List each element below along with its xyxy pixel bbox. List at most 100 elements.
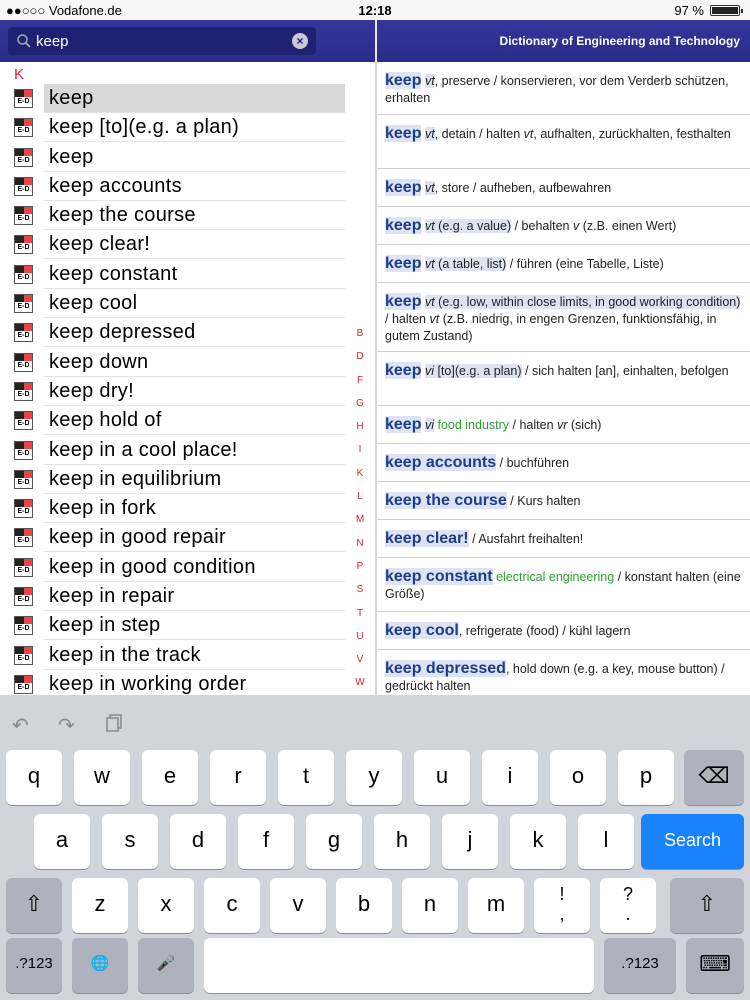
index-letter[interactable]: F — [350, 375, 370, 398]
dismiss-keyboard-key[interactable]: ⌨ — [686, 938, 744, 993]
search-input[interactable] — [36, 30, 286, 52]
key-o[interactable]: o — [550, 750, 606, 805]
dictionary-entry[interactable]: keep constant electrical engineering / k… — [377, 558, 750, 612]
clear-icon[interactable]: × — [292, 33, 308, 49]
dictionary-entry[interactable]: keep vt, preserve / konservieren, vor de… — [377, 62, 750, 115]
index-letter[interactable]: L — [350, 491, 370, 514]
dictionary-entry[interactable]: keep vt, detain / halten vt, aufhalten, … — [377, 115, 750, 169]
entry-term: keep — [385, 416, 422, 433]
index-letter[interactable]: M — [350, 514, 370, 537]
key-k[interactable]: k — [510, 814, 566, 869]
dictionary-entry[interactable]: keep clear! / Ausfahrt freihalten! — [377, 520, 750, 558]
key-c[interactable]: c — [204, 878, 260, 933]
list-item[interactable]: E-D keep in good repair — [0, 523, 345, 553]
undo-icon[interactable]: ↶ — [12, 713, 36, 737]
numbers-key[interactable]: .?123 — [6, 938, 62, 993]
index-letter[interactable]: H — [350, 421, 370, 444]
index-letter[interactable]: P — [350, 561, 370, 584]
key-a[interactable]: a — [34, 814, 90, 869]
list-item[interactable]: E-D keep in equilibrium — [0, 465, 345, 494]
index-letter[interactable]: T — [350, 608, 370, 631]
paste-icon[interactable] — [104, 713, 128, 735]
index-letter[interactable]: S — [350, 584, 370, 607]
list-item[interactable]: E-D keep in a cool place! — [0, 436, 345, 465]
index-letter[interactable]: V — [350, 654, 370, 677]
key-b[interactable]: b — [336, 878, 392, 933]
list-item[interactable]: E-D keep constant — [0, 260, 345, 289]
key-v[interactable]: v — [270, 878, 326, 933]
list-item[interactable]: E-D keep in good condition — [0, 553, 345, 582]
list-item[interactable]: E-D keep in repair — [0, 582, 345, 612]
index-letter[interactable]: D — [350, 351, 370, 374]
key-e[interactable]: e — [142, 750, 198, 805]
dictionary-entry[interactable]: keep vi food industry / halten vr (sich) — [377, 406, 750, 444]
alphabet-index[interactable]: BDFGHIKLMNPSTUVW — [350, 328, 370, 695]
dictionary-entry[interactable]: keep vt (a table, list) / führen (eine T… — [377, 245, 750, 283]
list-item[interactable]: E-D keep hold of — [0, 406, 345, 436]
key-l[interactable]: l — [578, 814, 634, 869]
index-letter[interactable]: U — [350, 631, 370, 654]
dictionary-entry[interactable]: keep depressed, hold down (e.g. a key, m… — [377, 650, 750, 695]
key-h[interactable]: h — [374, 814, 430, 869]
key-n[interactable]: n — [402, 878, 458, 933]
dictionary-entry[interactable]: keep vt (e.g. a value) / behalten v (z.B… — [377, 207, 750, 245]
key-m[interactable]: m — [468, 878, 524, 933]
backspace-key[interactable]: ⌫ — [684, 750, 744, 805]
list-item[interactable]: E-D keep accounts — [0, 172, 345, 201]
index-letter[interactable]: B — [350, 328, 370, 351]
list-item[interactable]: E-D keep dry! — [0, 377, 345, 406]
dictionary-entry[interactable]: keep the course / Kurs halten — [377, 482, 750, 520]
list-item[interactable]: E-D keep [to](e.g. a plan) — [0, 113, 345, 143]
globe-key[interactable]: 🌐 — [72, 938, 128, 993]
mic-key[interactable]: 🎤 — [138, 938, 194, 993]
key-s[interactable]: s — [102, 814, 158, 869]
key-punct[interactable]: !, — [534, 878, 590, 933]
index-letter[interactable]: I — [350, 444, 370, 467]
part-of-speech: vt — [424, 295, 435, 309]
list-item[interactable]: E-D keep — [0, 84, 345, 113]
key-r[interactable]: r — [210, 750, 266, 805]
list-item[interactable]: E-D keep in the track — [0, 641, 345, 670]
space-key[interactable] — [204, 938, 594, 993]
list-item[interactable]: E-D keep cool — [0, 289, 345, 319]
key-x[interactable]: x — [138, 878, 194, 933]
key-t[interactable]: t — [278, 750, 334, 805]
index-letter[interactable]: N — [350, 538, 370, 561]
key-d[interactable]: d — [170, 814, 226, 869]
dictionary-entry[interactable]: keep vt, store / aufheben, aufbewahren — [377, 169, 750, 207]
dictionary-entry[interactable]: keep accounts / buchführen — [377, 444, 750, 482]
language-flag-icon: E-D — [14, 616, 33, 636]
key-z[interactable]: z — [72, 878, 128, 933]
numbers-key-right[interactable]: .?123 — [604, 938, 676, 993]
list-item[interactable]: E-D keep in step — [0, 611, 345, 641]
shift-key-left[interactable]: ⇧ — [6, 878, 62, 933]
key-punct[interactable]: ?. — [600, 878, 656, 933]
key-q[interactable]: q — [6, 750, 62, 805]
list-item[interactable]: E-D keep in working order — [0, 670, 345, 695]
key-u[interactable]: u — [414, 750, 470, 805]
index-letter[interactable]: G — [350, 398, 370, 421]
key-w[interactable]: w — [74, 750, 130, 805]
key-y[interactable]: y — [346, 750, 402, 805]
redo-icon[interactable]: ↷ — [58, 713, 82, 737]
index-letter[interactable]: W — [350, 677, 370, 695]
index-letter[interactable]: K — [350, 468, 370, 491]
key-j[interactable]: j — [442, 814, 498, 869]
dictionary-entry[interactable]: keep cool, refrigerate (food) / kühl lag… — [377, 612, 750, 650]
key-i[interactable]: i — [482, 750, 538, 805]
list-item[interactable]: E-D keep clear! — [0, 230, 345, 260]
key-p[interactable]: p — [618, 750, 674, 805]
search-key[interactable]: Search — [641, 814, 744, 869]
dictionary-entry[interactable]: keep vi [to](e.g. a plan) / sich halten … — [377, 352, 750, 406]
shift-key-right[interactable]: ⇧ — [670, 878, 744, 933]
language-flag-icon: E-D — [14, 381, 33, 401]
list-item[interactable]: E-D keep — [0, 143, 345, 172]
list-item[interactable]: E-D keep down — [0, 348, 345, 377]
list-item[interactable]: E-D keep in fork — [0, 494, 345, 524]
list-item[interactable]: E-D keep the course — [0, 201, 345, 231]
key-g[interactable]: g — [306, 814, 362, 869]
search-bar[interactable]: × — [8, 27, 316, 55]
key-f[interactable]: f — [238, 814, 294, 869]
dictionary-entry[interactable]: keep vt (e.g. low, within close limits, … — [377, 283, 750, 352]
list-item[interactable]: E-D keep depressed — [0, 318, 345, 348]
